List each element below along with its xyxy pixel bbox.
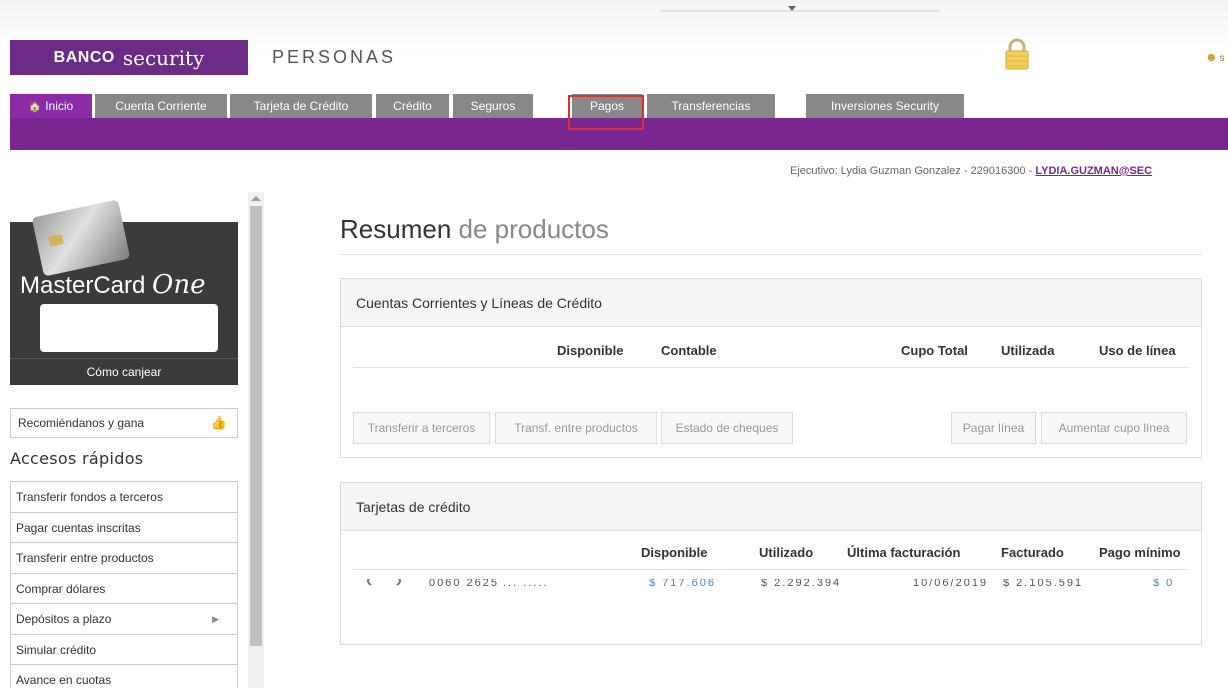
col-disponible: Disponible (641, 545, 708, 560)
section-title: PERSONAS (272, 47, 397, 67)
executive-email-link[interactable]: LYDIA.GUZMAN@SEC (1035, 165, 1152, 177)
col-uso-linea: Uso de línea (1099, 343, 1176, 358)
col-facturado: Facturado (1001, 545, 1064, 560)
card-disponible[interactable]: $ 717.606 (649, 579, 716, 587)
scrollbar-thumb[interactable] (250, 206, 262, 646)
pagar-linea-button[interactable]: Pagar línea (951, 412, 1036, 444)
col-pago-minimo: Pago mínimo (1099, 545, 1181, 560)
top-slider[interactable] (660, 0, 940, 16)
nav-inversiones-security[interactable]: Inversiones Security (806, 94, 964, 118)
executive-info: Ejecutivo: Lydia Guzman Gonzalez - 22901… (790, 165, 1153, 177)
nav-credito[interactable]: Crédito (376, 94, 449, 118)
accounts-panel: Cuentas Corrientes y Líneas de Crédito D… (340, 278, 1202, 458)
nav-inicio[interactable]: 🏠 Inicio (10, 94, 92, 118)
header: BANCO security PERSONAS ☻ s (0, 0, 1228, 90)
chevron-down-icon[interactable] (788, 6, 796, 11)
brand-logo[interactable]: BANCO security (10, 40, 248, 75)
nav-cuenta-corriente[interactable]: Cuenta Corriente (95, 94, 227, 118)
card-ultima: 10/06/2019 (913, 579, 989, 587)
card-facturado: $ 2.105.591 (1003, 579, 1084, 587)
home-icon: 🏠 (28, 102, 42, 113)
scroll-up-icon[interactable] (251, 196, 261, 201)
pagos-highlight (568, 95, 644, 130)
credit-cards-panel-header: Tarjetas de crédito (341, 483, 1201, 531)
caret-right-icon: ▶ (212, 614, 219, 624)
card-pago-minimo[interactable]: $ 0 (1153, 579, 1174, 587)
col-ultima-facturacion: Última facturación (847, 545, 961, 560)
credit-card-image (31, 199, 131, 277)
aumentar-cupo-button[interactable]: Aumentar cupo línea (1041, 412, 1187, 444)
title-divider (340, 254, 1202, 255)
col-disponible: Disponible (557, 343, 624, 358)
quick-link[interactable]: Transferir entre productos (11, 543, 237, 574)
thumbs-up-icon: 👍 (210, 415, 227, 430)
nav-tarjeta-credito[interactable]: Tarjeta de Crédito (230, 94, 372, 118)
logo-banco: BANCO (53, 48, 115, 66)
transf-entre-productos-button[interactable]: Transf. entre productos (495, 412, 657, 444)
col-contable: Contable (661, 343, 717, 358)
nav-seguros[interactable]: Seguros (453, 94, 533, 118)
col-utilizada: Utilizada (1001, 343, 1055, 358)
lock-icon (1005, 38, 1029, 70)
recommend-button[interactable]: Recomiéndanos y gana 👍 (10, 408, 238, 438)
credit-cards-panel: Tarjetas de crédito Disponible Utilizado… (340, 482, 1202, 645)
col-cupo-total: Cupo Total (901, 343, 968, 358)
estado-cheques-button[interactable]: Estado de cheques (661, 412, 793, 444)
page-title: Resumen de productos (340, 214, 609, 244)
quick-access-list: Transferir fondos a terceros Pagar cuent… (10, 481, 238, 688)
quick-link[interactable]: Pagar cuentas inscritas (11, 513, 237, 543)
promo-title: MasterCard One (20, 270, 206, 300)
logo-security: security (122, 45, 205, 70)
quick-link[interactable]: Transferir fondos a terceros (11, 482, 237, 513)
transferir-terceros-button[interactable]: Transferir a terceros (353, 412, 490, 444)
nav-transferencias[interactable]: Transferencias (647, 94, 775, 118)
user-link[interactable]: ☻ s (1205, 50, 1225, 64)
quick-link[interactable]: Simular crédito (11, 635, 237, 665)
quick-access-title: Accesos rápidos (10, 449, 144, 468)
quick-link[interactable]: Avance en cuotas (11, 665, 237, 688)
quick-link-depositos[interactable]: Depósitos a plazo ▶ (11, 604, 237, 635)
como-canjear-link[interactable]: Cómo canjear (10, 358, 238, 385)
quick-link[interactable]: Comprar dólares (11, 574, 237, 604)
accounts-panel-header: Cuentas Corrientes y Líneas de Crédito (341, 279, 1201, 327)
mastercard-one-promo[interactable]: MasterCard One Cómo canjear (10, 199, 238, 385)
promo-white-box (40, 304, 218, 352)
card-number: 0060 2625 (429, 579, 499, 587)
credit-card-row[interactable]: 0060 2625 ... ..... $ 717.606 $ 2.292.39… (353, 579, 1189, 587)
sidebar-scrollbar[interactable] (248, 192, 264, 688)
mastercard-logo-icon (367, 579, 401, 587)
card-utilizado: $ 2.292.394 (761, 579, 842, 587)
login-input[interactable] (1034, 45, 1204, 69)
user-icon: ☻ (1205, 50, 1218, 64)
col-utilizado: Utilizado (759, 545, 814, 560)
card-holder: ... ..... (503, 579, 549, 587)
